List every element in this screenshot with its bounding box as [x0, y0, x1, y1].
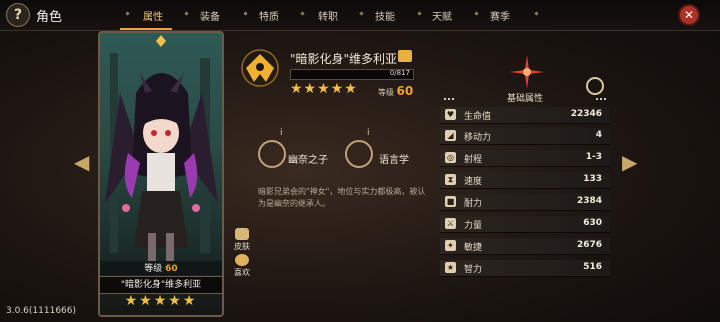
tab-attributes[interactable]: 属性: [143, 8, 163, 23]
stat-row-stamina: ■ 耐力 2384: [440, 194, 610, 211]
trait-label: 语言学: [379, 155, 409, 166]
info-icon[interactable]: i: [367, 128, 370, 138]
stat-row-hp: ♥ 生命值 22346: [440, 107, 610, 124]
tab-talents[interactable]: 天赋: [432, 8, 452, 23]
stat-value: 22346: [570, 109, 602, 119]
next-hero-arrow-icon[interactable]: ▶: [622, 150, 637, 174]
previous-hero-arrow-icon[interactable]: ◀: [74, 150, 89, 174]
target-icon: ◎: [445, 152, 456, 163]
stat-label: 耐力: [464, 199, 483, 209]
class-emblem-icon: [241, 49, 279, 87]
sword-icon: ⚔: [445, 218, 456, 229]
tab-traits[interactable]: 特质: [259, 8, 279, 23]
stat-row-agility: ✦ 敏捷 2676: [440, 238, 610, 255]
mask-emblem-icon: [345, 140, 373, 168]
page-title: 角色: [36, 10, 63, 25]
stats-panel: 基础属性 ♥ 生命值 22346 ◢ 移动力 4 ◎ 射程 1-3 ⧗ 速度 1…: [440, 92, 610, 282]
stat-row-movement: ◢ 移动力 4: [440, 128, 610, 145]
stat-label: 力量: [464, 221, 483, 231]
hero-level: 等级 60: [378, 84, 414, 98]
xp-text: 0/817: [389, 69, 410, 77]
stat-value: 2384: [576, 196, 602, 206]
stat-label: 敏捷: [464, 243, 483, 253]
skin-button[interactable]: 皮肤: [230, 228, 254, 252]
character-card[interactable]: 等级 60 "暗影化身"维多利亚 ★★★★★: [98, 31, 224, 317]
stat-label: 生命值: [464, 112, 492, 122]
stat-value: 630: [583, 218, 602, 228]
fist-icon: ■: [445, 196, 456, 207]
boot-icon: ◢: [445, 130, 456, 141]
like-button[interactable]: 喜欢: [230, 254, 254, 278]
dress-icon: [235, 228, 249, 240]
xp-bar: 0/817: [290, 69, 414, 80]
hero-stars: ★★★★★: [290, 81, 358, 97]
stat-label: 智力: [464, 265, 483, 275]
stats-title: 基础属性: [506, 94, 543, 104]
tab-class-change[interactable]: 转职: [318, 8, 338, 23]
stat-value: 2676: [576, 240, 602, 250]
help-button[interactable]: ?: [6, 3, 30, 27]
top-bar: [0, 0, 720, 31]
lore-book-icon[interactable]: [398, 50, 412, 62]
character-portrait: [105, 35, 218, 261]
stat-row-strength: ⚔ 力量 630: [440, 216, 610, 233]
star-icon: ★: [445, 262, 456, 273]
heart-icon: ♥: [445, 109, 456, 120]
card-level: 等级 60: [100, 261, 222, 275]
stat-row-intelligence: ★ 智力 516: [440, 260, 610, 277]
stat-label: 射程: [464, 155, 483, 165]
info-icon[interactable]: i: [280, 128, 283, 138]
stat-row-speed: ⧗ 速度 133: [440, 172, 610, 189]
stat-value: 1-3: [585, 152, 602, 162]
tab-equipment[interactable]: 装备: [200, 8, 220, 23]
tab-season[interactable]: 赛季: [490, 8, 510, 23]
hero-name: "暗影化身"维多利亚: [290, 52, 398, 66]
wing-emblem-icon: [258, 140, 286, 168]
version-label: 3.0.6(1111666): [6, 306, 77, 316]
card-stars: ★★★★★: [124, 293, 198, 309]
trait-label: 幽奈之子: [288, 155, 328, 166]
hourglass-icon: ⧗: [445, 174, 456, 185]
tab-skills[interactable]: 技能: [375, 8, 395, 23]
header-dots: [596, 98, 606, 102]
hero-description: 暗影兄弟会的"神女"，地位与实力都极高，被认为是幽奈的继承人。: [258, 187, 426, 208]
element-spark-icon: [510, 55, 544, 89]
stat-label: 移动力: [464, 133, 492, 143]
active-tab-indicator: [120, 28, 172, 30]
stat-value: 4: [595, 130, 602, 140]
star-icon: [235, 254, 249, 266]
stat-value: 516: [583, 262, 602, 272]
card-name: "暗影化身"维多利亚: [100, 276, 222, 294]
stat-label: 速度: [464, 177, 483, 187]
stat-value: 133: [583, 174, 602, 184]
close-button[interactable]: ✕: [678, 4, 700, 26]
stat-row-range: ◎ 射程 1-3: [440, 150, 610, 167]
feather-icon: ✦: [445, 240, 456, 251]
